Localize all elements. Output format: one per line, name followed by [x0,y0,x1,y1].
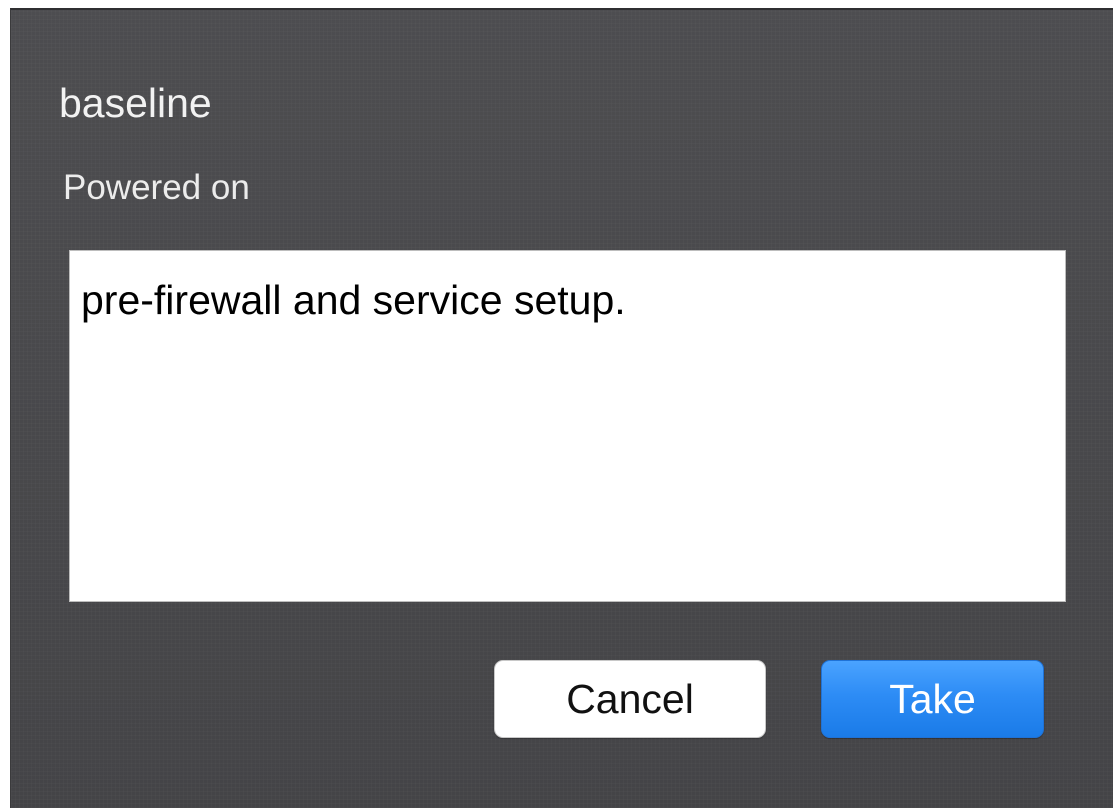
snapshot-dialog: baseline Powered on pre-firewall and ser… [10,8,1113,808]
cancel-button[interactable]: Cancel [494,660,766,738]
snapshot-description-field[interactable]: pre-firewall and service setup. [69,250,1066,602]
vm-power-state: Powered on [63,168,250,207]
take-snapshot-button[interactable]: Take [821,660,1044,738]
snapshot-name: baseline [59,80,212,126]
